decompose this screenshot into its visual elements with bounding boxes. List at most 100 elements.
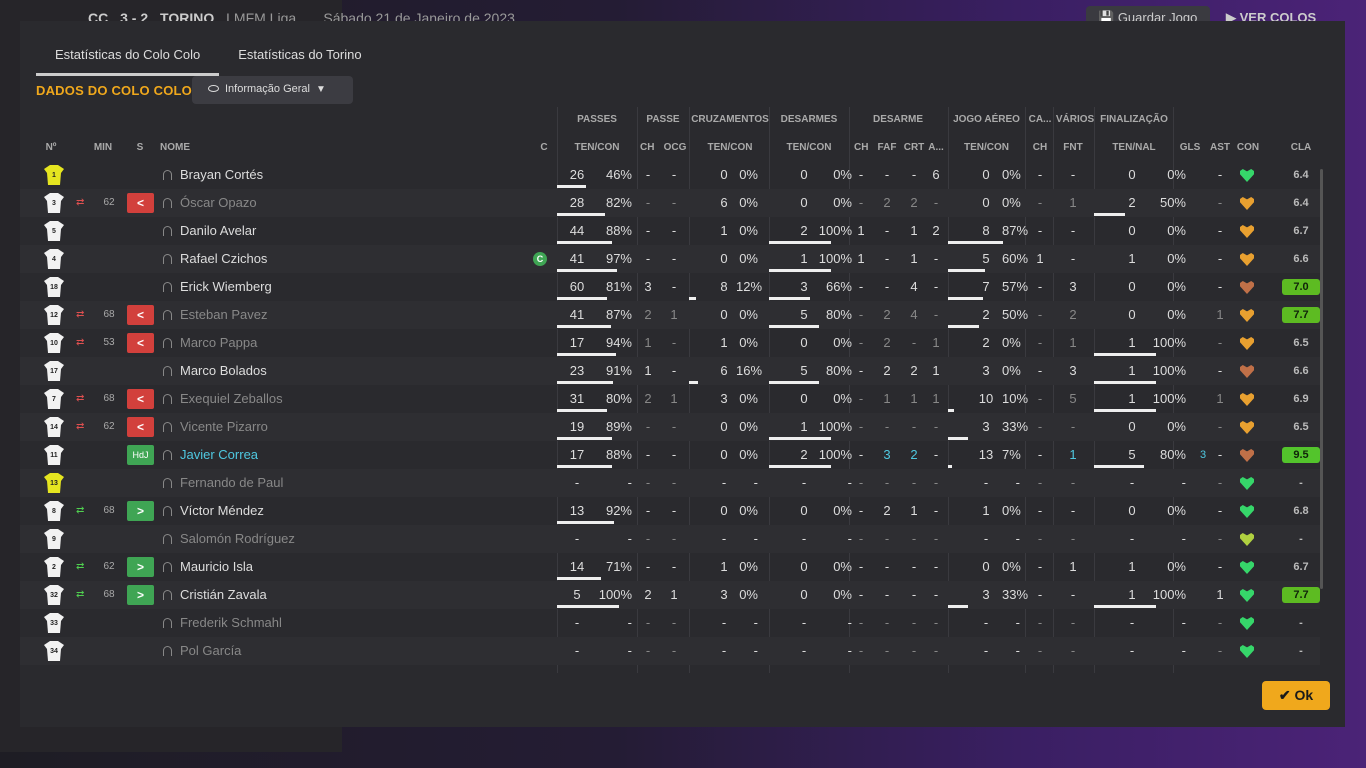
column-header[interactable]: S (132, 142, 148, 153)
player-name[interactable]: Pol García (180, 637, 241, 665)
save-game-button[interactable]: 💾 Guardar Jogo (1086, 6, 1210, 22)
player-name[interactable]: Exequiel Zeballos (180, 385, 283, 413)
column-header[interactable]: CH (640, 142, 654, 153)
column-header[interactable]: A... (926, 142, 946, 153)
chevron-left-icon[interactable]: < (127, 417, 154, 437)
player-name[interactable]: Salomón Rodríguez (180, 525, 295, 553)
player-name[interactable]: Óscar Opazo (180, 189, 257, 217)
player-name[interactable]: Víctor Méndez (180, 497, 264, 525)
passes-bar (557, 409, 607, 412)
headset-icon (163, 422, 172, 432)
table-row[interactable]: 33 Frederik Schmahl - - - - - - - - - - - - - - - - - - - - (20, 609, 1320, 637)
ok-button[interactable]: ✔ Ok (1262, 681, 1330, 710)
column-header[interactable]: CRT (902, 142, 926, 153)
player-name[interactable]: Esteban Pavez (180, 301, 267, 329)
chevron-right-icon[interactable]: > (127, 501, 154, 521)
column-header[interactable]: TEN/NAL (1094, 142, 1174, 153)
table-row[interactable]: 8 ⇄ 68 > Víctor Méndez 13 92% - -0 0% 0 0% -2 1-1 0% - -… (20, 497, 1320, 525)
chevron-right-icon[interactable]: > (127, 557, 154, 577)
shots-bar (1094, 213, 1125, 216)
tackles-bar (769, 437, 831, 440)
column-header[interactable]: CH (1030, 142, 1050, 153)
rating: 6.8 (1293, 505, 1309, 517)
tackle-key: - (858, 419, 864, 434)
headers-attempted: - (983, 615, 989, 630)
chevron-left-icon[interactable]: < (127, 333, 154, 353)
player-name[interactable]: Fernando de Paul (180, 469, 283, 497)
player-name[interactable]: Cristián Zavala (180, 581, 267, 609)
table-row[interactable]: 3 ⇄ 62 < Óscar Opazo 28 82% - -6 0% 0 0% -2 2-0 0% -1 2 5… (20, 189, 1320, 217)
condition-heart-icon (1240, 477, 1254, 490)
player-name[interactable]: Javier Correa (180, 441, 258, 469)
column-header[interactable]: MIN (88, 142, 118, 153)
chances-created: - (671, 167, 677, 182)
table-row[interactable]: 2 ⇄ 62 > Mauricio Isla 14 71% - -1 0% 0 0% - - - -0 0% -1… (20, 553, 1320, 581)
column-header[interactable]: CLA (1282, 142, 1320, 153)
column-header[interactable]: AST (1210, 142, 1230, 153)
table-row[interactable]: 7 ⇄ 68 < Exequiel Zeballos 31 80% 2 1 3 0% 0 0% -1 1 1 1… (20, 385, 1320, 413)
column-header[interactable]: TEN/CON (769, 142, 849, 153)
man-of-match-badge[interactable]: HdJ (127, 445, 154, 465)
chevron-left-icon[interactable]: < (127, 305, 154, 325)
player-name[interactable]: Marco Pappa (180, 329, 257, 357)
player-name[interactable]: Mauricio Isla (180, 553, 253, 581)
shots: 1 (1128, 251, 1136, 266)
scrollbar[interactable] (1320, 169, 1323, 589)
table-row[interactable]: 34 Pol García - - - - - - - - - - - - - - - - - - - - (20, 637, 1320, 665)
table-row[interactable]: 1 Brayan Cortés 26 46% - -0 0% 0 0% - - -6 0 0% - -0 0% -… (20, 161, 1320, 189)
player-name[interactable]: Frederik Schmahl (180, 609, 282, 637)
tackles-percent: - (847, 475, 852, 490)
key-passes: 1 (644, 335, 652, 350)
column-header[interactable]: FAF (876, 142, 898, 153)
chevron-left-icon[interactable]: < (127, 389, 154, 409)
column-header[interactable]: OCG (662, 142, 688, 153)
table-row[interactable]: 32 ⇄ 68 > Cristián Zavala 5 100% 2 1 3 0% 0 0% - - - -3 3… (20, 581, 1320, 609)
table-row[interactable]: 13 Fernando de Paul - - - - - - - - - - - - - - - - - - - - (20, 469, 1320, 497)
player-name[interactable]: Rafael Czichos (180, 245, 267, 273)
table-row[interactable]: 4 Rafael Czichos C 41 97% - -0 0% 1 100% 1-1-5 60% 1… (20, 245, 1320, 273)
tab-torino[interactable]: Estatísticas do Torino (219, 35, 380, 75)
chevron-left-icon[interactable]: < (127, 193, 154, 213)
chevron-right-icon[interactable]: > (127, 585, 154, 605)
shots-on-target: 0% (1167, 419, 1186, 434)
clearances: - (911, 531, 917, 546)
player-name[interactable]: Brayan Cortés (180, 161, 263, 189)
arrow-left-icon[interactable]: ← (20, 8, 42, 22)
fouls-committed: 1 (1069, 195, 1077, 210)
table-row[interactable]: 12 ⇄ 68 < Esteban Pavez 41 87% 2 1 0 0% 5 80% -2 4-2 50… (20, 301, 1320, 329)
assists: - (1217, 363, 1223, 378)
column-header[interactable]: CON (1234, 142, 1262, 153)
column-header[interactable]: C (538, 142, 550, 153)
eye-icon (208, 84, 219, 92)
tab-colo-colo[interactable]: Estatísticas do Colo Colo (36, 35, 220, 76)
blocks: 1 (932, 391, 940, 406)
column-header[interactable]: TEN/CON (948, 142, 1025, 153)
table-row[interactable]: 18 Erick Wiemberg 60 81% 3-8 12% 3 66% - -4-7 57% -… (20, 273, 1320, 301)
column-header[interactable]: NOME (160, 142, 220, 153)
player-name[interactable]: Erick Wiemberg (180, 273, 272, 301)
column-header[interactable]: TEN/CON (689, 142, 771, 153)
column-header[interactable]: FNT (1060, 142, 1086, 153)
view-dropdown[interactable]: Informação Geral ▼ (192, 76, 353, 104)
assists: - (1217, 167, 1223, 182)
column-header[interactable]: GLS (1178, 142, 1202, 153)
table-row[interactable]: 10 ⇄ 53 < Marco Pappa 17 94% 1-1 0% 0 0% -2-1 2 0% -1 1… (20, 329, 1320, 357)
assists: - (1217, 559, 1223, 574)
shots-on-target: 0% (1167, 279, 1186, 294)
table-row[interactable]: 5 Danilo Avelar 44 88% - -1 0% 2 100% 1-1 2 8 87% - -0… (20, 217, 1320, 245)
passes-percent: 46% (605, 167, 632, 182)
column-header[interactable]: CH (854, 142, 868, 153)
passes-percent: - (627, 475, 632, 490)
table-row[interactable]: 9 Salomón Rodríguez - - - - - - - - - - - - - - - - - - - - (20, 525, 1320, 553)
table-row[interactable]: 17 Marco Bolados 23 91% 1-6 16% 5 80% -2 2 1 3 0% -3 1… (20, 357, 1320, 385)
player-name[interactable]: Marco Bolados (180, 357, 267, 385)
tackles-percent: 0% (833, 559, 852, 574)
key-passes: 1 (644, 363, 652, 378)
table-row[interactable]: 14 ⇄ 62 < Vicente Pizarro 19 89% - -0 0% 1 100% - - - -… (20, 413, 1320, 441)
assists: 1 (1216, 587, 1224, 602)
column-header[interactable]: TEN/CON (557, 142, 637, 153)
player-name[interactable]: Vicente Pizarro (180, 413, 268, 441)
column-header[interactable]: Nº (40, 142, 62, 153)
table-row[interactable]: 11 HdJ Javier Correa 17 88% - -0 0% 2 100% -3 2-13 7… (20, 441, 1320, 469)
player-name[interactable]: Danilo Avelar (180, 217, 256, 245)
